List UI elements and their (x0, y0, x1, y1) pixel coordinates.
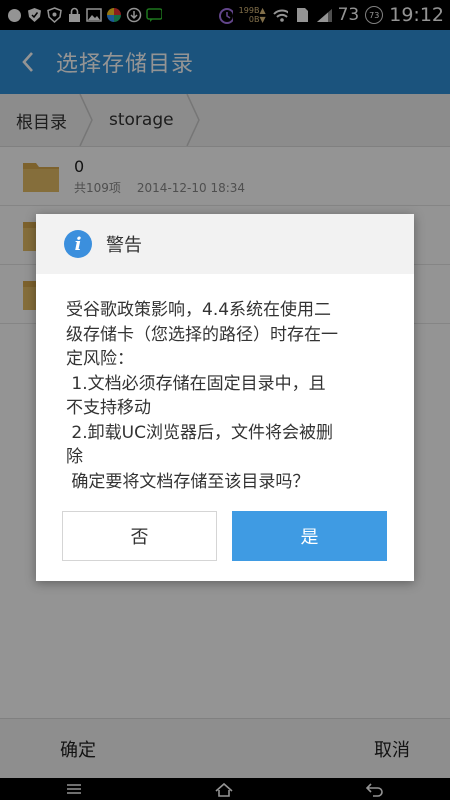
message-line: 级存储卡（您选择的路径）时存在一 (66, 324, 338, 345)
message-line: 受谷歌政策影响，4.4系统在使用二 (66, 300, 332, 320)
message-line: 2.卸载UC浏览器后，文件将会被删 (66, 422, 333, 443)
no-button[interactable]: 否 (62, 511, 217, 561)
message-line: 不支持移动 (66, 398, 151, 418)
yes-button[interactable]: 是 (232, 511, 387, 561)
dialog-header: i 警告 (36, 214, 414, 274)
dialog-message: 受谷歌政策影响，4.4系统在使用二 级存储卡（您选择的路径）时存在一 定风险： … (36, 274, 414, 494)
message-line: 1.文档必须存储在固定目录中，且 (66, 373, 326, 394)
warning-dialog: i 警告 受谷歌政策影响，4.4系统在使用二 级存储卡（您选择的路径）时存在一 … (36, 214, 414, 581)
message-line: 确定要将文档存储至该目录吗？ (66, 471, 310, 492)
dialog-actions: 否 是 (62, 511, 387, 561)
info-icon: i (64, 230, 92, 258)
screen: 199B▲ 0B▼ 73 73 19:12 选择存储目录 根目录 storage… (0, 0, 450, 800)
message-line: 定风险： (66, 349, 134, 369)
dialog-title: 警告 (106, 235, 142, 256)
message-line: 除 (66, 447, 83, 467)
